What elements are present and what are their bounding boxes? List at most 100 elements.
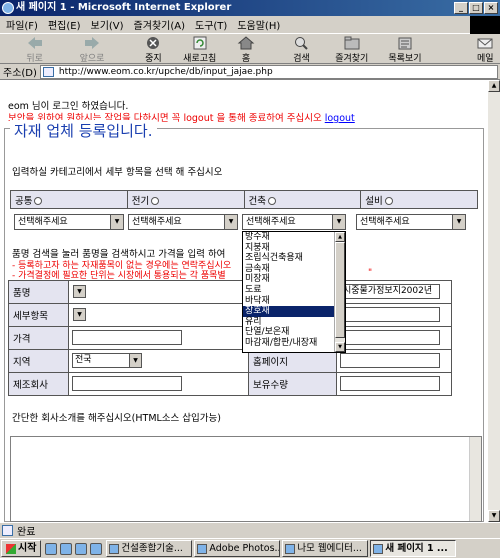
windows-logo-icon — [6, 543, 16, 554]
category-common[interactable]: 공통 — [10, 190, 128, 209]
select-common[interactable]: 선택해주세요 ▼ — [14, 214, 124, 230]
radio-architecture[interactable] — [267, 197, 276, 205]
radio-equipment[interactable] — [384, 197, 393, 205]
minimize-button[interactable]: _ — [454, 2, 468, 14]
ie-logo-icon — [2, 2, 14, 14]
menu-view[interactable]: 보기(V) — [91, 17, 124, 32]
price-input[interactable] — [72, 330, 182, 345]
chevron-down-icon: ▼ — [452, 215, 465, 229]
windows-logo-icon — [470, 16, 500, 34]
category-equipment[interactable]: 설비 — [360, 190, 478, 209]
select-electric[interactable]: 선택해주세요 ▼ — [128, 214, 238, 230]
status-bar: 완료 — [0, 522, 500, 538]
homepage-input[interactable] — [340, 353, 440, 368]
namo-icon — [285, 544, 296, 554]
source-input[interactable]: 시중물가정보지2002년 — [340, 284, 440, 299]
menu-favorites[interactable]: 즐겨찾기(A) — [134, 17, 185, 32]
ie-quicklaunch-icon[interactable] — [45, 542, 58, 555]
category-table: 공통 전기 건축 설비 — [10, 190, 478, 209]
outlook-quicklaunch-icon[interactable] — [75, 542, 88, 555]
product-select[interactable]: ▼ — [73, 285, 86, 298]
taskbar: 시작 건설종합기술... Adobe Photos... 나모 웹에디터... … — [0, 538, 500, 558]
dropdown-option-selected[interactable]: 창호재 — [243, 306, 345, 317]
dropdown-option[interactable]: 도료 — [243, 285, 345, 296]
detail-select[interactable]: ▼ — [73, 308, 86, 321]
logout-link[interactable]: logout — [325, 113, 355, 124]
chevron-down-icon: ▼ — [129, 354, 141, 367]
page-icon — [42, 66, 54, 77]
search-button[interactable]: 검색 — [287, 34, 316, 64]
task-photoshop[interactable]: Adobe Photos... — [194, 540, 281, 557]
dropdown-option[interactable]: 바닥재 — [243, 296, 345, 307]
dropdown-option[interactable]: 금속재 — [243, 264, 345, 275]
task-namo[interactable]: 나모 웹에디터... — [282, 540, 369, 557]
scroll-thumb[interactable] — [335, 242, 345, 338]
intro-textarea[interactable] — [10, 436, 482, 522]
maximize-button[interactable]: □ — [469, 2, 483, 14]
menu-help[interactable]: 도움말(H) — [237, 17, 280, 32]
category-architecture[interactable]: 건축 — [243, 190, 362, 209]
menu-bar: 파일(F) 편집(E) 보기(V) 즐겨찾기(A) 도구(T) 도움말(H) — [0, 16, 500, 34]
scroll-up-icon[interactable]: ▲ — [488, 80, 500, 92]
address-label: 주소(D) — [3, 68, 37, 79]
scroll-up-icon[interactable]: ▲ — [335, 232, 345, 242]
chevron-down-icon: ▼ — [110, 215, 123, 229]
intro-label: 간단한 회사소개를 해주십시오(HTML소스 삽입가능) — [12, 413, 221, 424]
detail-extra-input[interactable] — [340, 307, 440, 322]
menu-edit[interactable]: 편집(E) — [48, 17, 81, 32]
desktop-quicklaunch-icon[interactable] — [60, 542, 73, 555]
radio-electric[interactable] — [151, 197, 160, 205]
favorites-folder-icon — [344, 36, 360, 50]
architecture-dropdown-list[interactable]: 방수재 지붕재 조립식건축용재 금속재 미장재 도료 바닥재 창호재 유리 단열… — [242, 231, 346, 353]
stop-button[interactable]: 중지 — [139, 34, 168, 64]
product-form-table: 품명 ▼ 시중물가정보지2002년 세부항목 ▼ 가격 지역 전국 ▼ 홈페이지 … — [8, 280, 452, 396]
dropdown-option[interactable]: 지붕재 — [243, 243, 345, 254]
manufacturer-input[interactable] — [72, 376, 182, 391]
back-button[interactable]: 뒤로 — [18, 34, 51, 64]
select-equipment[interactable]: 선택해주세요 ▼ — [356, 214, 466, 230]
page-scrollbar[interactable]: ▲ ▼ — [488, 80, 500, 522]
stop-icon — [147, 37, 160, 49]
start-button[interactable]: 시작 — [1, 540, 42, 557]
refresh-button[interactable]: 새로고침 — [178, 34, 221, 64]
scroll-down-icon[interactable]: ▼ — [335, 342, 345, 352]
home-button[interactable]: 홈 — [231, 34, 260, 64]
refresh-icon — [193, 36, 207, 50]
scroll-down-icon[interactable]: ▼ — [488, 510, 500, 522]
search-icon — [295, 37, 309, 50]
textarea-scrollbar[interactable] — [469, 437, 481, 521]
mail-button[interactable]: 메일 — [471, 34, 500, 64]
media-quicklaunch-icon[interactable] — [90, 542, 103, 555]
address-input[interactable]: http://www.eom.co.kr/upche/db/input_jaja… — [39, 64, 498, 79]
dropdown-option[interactable]: 유리 — [243, 317, 345, 328]
category-electric[interactable]: 전기 — [126, 190, 245, 209]
close-button[interactable]: × — [484, 2, 498, 14]
menu-tools[interactable]: 도구(T) — [195, 17, 227, 32]
select-architecture[interactable]: 선택해주세요 ▼ — [242, 214, 346, 230]
toolbar: 뒤로 앞으로 중지 새로고침 홈 검색 즐겨찾기 목록보기 메일 — [0, 34, 500, 64]
dropdown-scrollbar[interactable]: ▲ ▼ — [334, 232, 345, 352]
quantity-label: 보유수량 — [248, 372, 337, 396]
form-title: 자재 업체 등록입니다. — [10, 120, 157, 141]
dropdown-option[interactable]: 미장재 — [243, 274, 345, 285]
category-instruction: 입력하실 카테고리에서 세부 항목을 선택 해 주십시오 — [12, 167, 223, 178]
chevron-down-icon: ▼ — [332, 215, 345, 229]
favorites-button[interactable]: 즐겨찾기 — [330, 34, 373, 64]
quantity-input[interactable] — [340, 376, 440, 391]
history-button[interactable]: 목록보기 — [383, 34, 426, 64]
dropdown-option[interactable]: 마감재/합판/내장재 — [243, 338, 345, 349]
manufacturer-label: 제조회사 — [8, 372, 69, 396]
dropdown-option[interactable]: 방수재 — [243, 232, 345, 243]
dropdown-option[interactable]: 조립식건축용재 — [243, 253, 345, 264]
forward-button[interactable]: 앞으로 — [75, 34, 108, 64]
chevron-down-icon: ▼ — [224, 215, 237, 229]
price-extra-input[interactable] — [340, 330, 440, 345]
region-label: 지역 — [8, 349, 69, 373]
menu-file[interactable]: 파일(F) — [6, 17, 38, 32]
photoshop-icon — [197, 544, 208, 554]
region-select[interactable]: 전국 ▼ — [72, 353, 142, 368]
dropdown-option[interactable]: 단열/보온재 — [243, 327, 345, 338]
task-construction[interactable]: 건설종합기술... — [106, 540, 193, 557]
task-new-page[interactable]: 새 페이지 1 ... — [370, 540, 457, 557]
radio-common[interactable] — [34, 197, 43, 205]
